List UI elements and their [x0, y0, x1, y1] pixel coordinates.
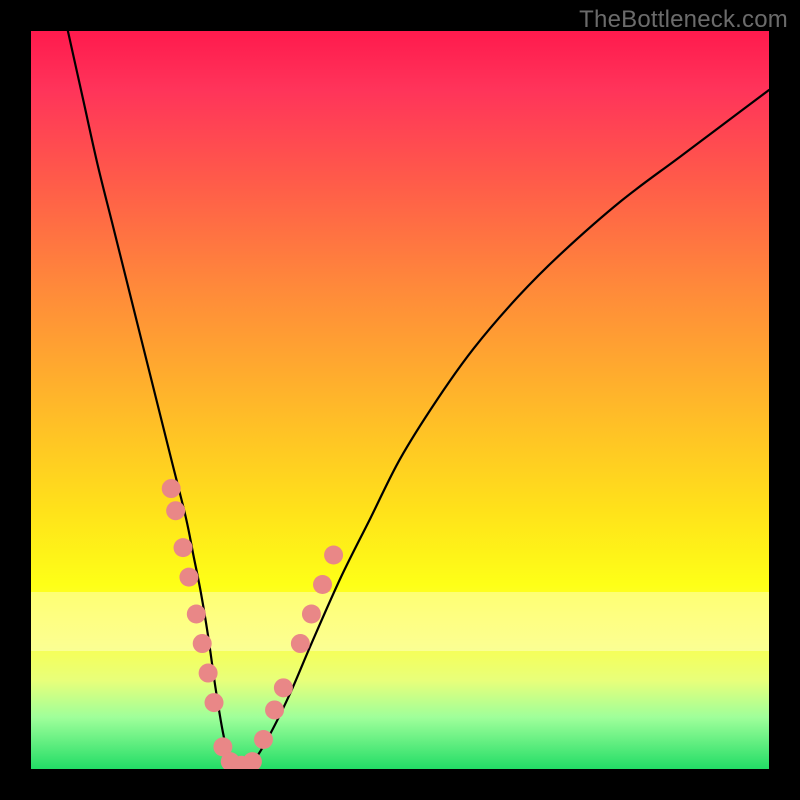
marker-left-cluster-6: [193, 634, 212, 653]
marker-right-cluster-3: [274, 678, 293, 697]
watermark-text: TheBottleneck.com: [579, 6, 788, 34]
marker-left-cluster-7: [199, 664, 218, 683]
marker-valley-4: [243, 752, 262, 769]
marker-left-cluster-8: [205, 693, 224, 712]
marker-valley-2: [221, 752, 240, 769]
curve-markers: [162, 479, 343, 769]
marker-left-cluster-1: [162, 479, 181, 498]
marker-right-cluster-2: [265, 700, 284, 719]
marker-right-cluster-6: [313, 575, 332, 594]
marker-valley-3: [232, 756, 251, 769]
marker-left-cluster-3: [174, 538, 193, 557]
plot-area: [31, 31, 769, 769]
marker-left-cluster-4: [179, 568, 198, 587]
marker-right-cluster-1: [254, 730, 273, 749]
marker-left-cluster-5: [187, 605, 206, 624]
marker-left-cluster-2: [166, 501, 185, 520]
pale-yellow-band: [31, 592, 769, 651]
marker-right-cluster-7: [324, 545, 343, 564]
bottleneck-curve-path: [68, 31, 769, 769]
marker-right-cluster-5: [302, 605, 321, 624]
marker-valley-1: [213, 737, 232, 756]
curve-layer: [31, 31, 769, 769]
marker-right-cluster-4: [291, 634, 310, 653]
chart-frame: TheBottleneck.com: [0, 0, 800, 800]
